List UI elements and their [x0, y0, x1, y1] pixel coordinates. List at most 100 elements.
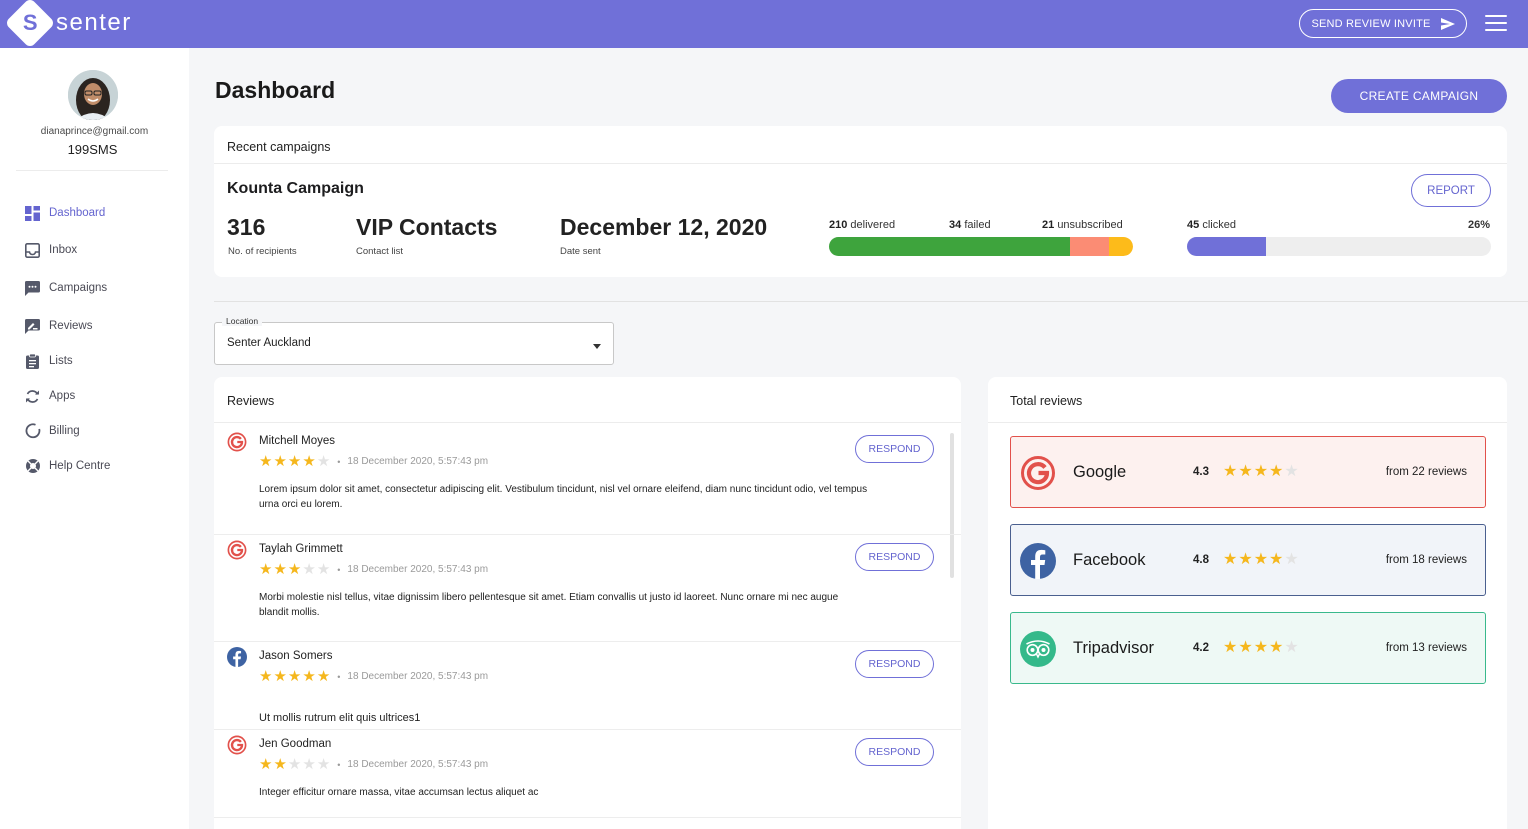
logo-text: senter	[56, 9, 132, 36]
respond-button[interactable]: RESPOND	[855, 543, 934, 571]
logo-letter: S	[22, 10, 38, 35]
send-review-invite-label: SEND REVIEW INVITE	[1311, 17, 1431, 30]
star-icon: ★	[1253, 639, 1269, 656]
google-icon	[227, 735, 247, 755]
facebook-icon	[227, 647, 247, 667]
review-date: 18 December 2020, 5:57:43 pm	[347, 456, 489, 467]
delivered-stat: 210 delivered	[829, 219, 896, 231]
top-bar: S senter SEND REVIEW INVITE	[0, 0, 1528, 49]
respond-button[interactable]: RESPOND	[855, 738, 934, 766]
star-icon: ★	[302, 756, 316, 773]
card-divider	[214, 163, 1507, 164]
platform-stars: ★ ★ ★ ★ ★	[1223, 639, 1299, 656]
contact-list-label: Contact list	[356, 246, 403, 257]
sidebar-item-label: Billing	[49, 425, 80, 437]
recent-campaigns-header: Recent campaigns	[227, 140, 331, 154]
location-label: Location	[222, 316, 263, 326]
sidebar-item-label: Apps	[49, 390, 76, 402]
logo[interactable]: S senter	[4, 0, 132, 49]
sidebar-item-dashboard[interactable]: Dashboard	[24, 203, 174, 223]
review-date: 18 December 2020, 5:57:43 pm	[347, 564, 489, 575]
campaign-name: Kounta Campaign	[227, 180, 364, 197]
star-icon: ★	[259, 453, 273, 470]
report-button[interactable]: REPORT	[1411, 174, 1491, 207]
review-item: Jen Goodman ★ ★ ★ ★ ★ • 18 December 2020, 5:…	[214, 735, 961, 823]
review-meta: ★ ★ ★ ★ ★ • 18 December 2020, 5:57:43 pm	[259, 562, 488, 577]
date-sent-label: Date sent	[560, 246, 601, 257]
review-text: Lorem ipsum dolor sit amet, consectetur …	[259, 484, 868, 510]
user-plan: 199SMS	[67, 142, 118, 157]
platform-rating: 4.2	[1193, 642, 1209, 654]
contact-list-value: VIP Contacts	[356, 214, 498, 240]
platform-name: Tripadvisor	[1073, 639, 1154, 657]
sidebar: dianaprince@gmail.com 199SMS Dashboard I…	[0, 48, 189, 829]
platform-tripadvisor[interactable]: Tripadvisor 4.2 ★ ★ ★ ★ ★ from 13 reviews	[1010, 612, 1486, 684]
sidebar-item-lists[interactable]: Lists	[24, 351, 174, 371]
sync-icon	[24, 388, 41, 405]
star-icon: ★	[1284, 463, 1299, 480]
respond-button[interactable]: RESPOND	[855, 650, 934, 678]
star-rating: ★ ★ ★ ★ ★	[259, 669, 330, 684]
location-select[interactable]: Senter Auckland	[214, 322, 614, 365]
sidebar-item-label: Reviews	[49, 320, 93, 332]
separator-dot: •	[337, 564, 341, 575]
create-campaign-button[interactable]: CREATE CAMPAIGN	[1331, 79, 1507, 113]
sidebar-item-inbox[interactable]: Inbox	[24, 240, 174, 260]
star-icon: ★	[287, 453, 302, 470]
star-icon: ★	[287, 668, 302, 685]
review-item: Jason Somers ★ ★ ★ ★ ★ • 18 December 2020, 5…	[214, 647, 961, 735]
delivered-segment	[829, 237, 1070, 256]
platform-rating: 4.8	[1193, 554, 1209, 566]
star-icon: ★	[287, 561, 302, 578]
reviewer-name: Jason Somers	[259, 650, 333, 662]
platform-review-count: from 22 reviews	[1385, 466, 1467, 478]
star-icon: ★	[316, 561, 331, 578]
reviews-card: Reviews Mitchell Moyes ★ ★ ★ ★ ★ • 18 Decemb…	[214, 377, 961, 829]
star-icon: ★	[302, 453, 316, 470]
star-icon: ★	[273, 453, 287, 470]
star-icon: ★	[1253, 551, 1269, 568]
star-icon: ★	[1223, 463, 1238, 480]
sidebar-item-campaigns[interactable]: Campaigns	[24, 278, 174, 298]
platform-stars: ★ ★ ★ ★ ★	[1223, 551, 1299, 568]
review-divider	[214, 729, 961, 730]
star-icon: ★	[302, 561, 316, 578]
avatar[interactable]	[68, 70, 118, 120]
sidebar-item-help-centre[interactable]: Help Centre	[24, 456, 174, 476]
sidebar-item-billing[interactable]: Billing	[24, 421, 174, 441]
star-icon: ★	[302, 668, 316, 685]
sidebar-item-label: Lists	[49, 355, 73, 367]
star-rating: ★ ★ ★ ★ ★	[259, 454, 330, 469]
recipients-label: No. of recipients	[228, 246, 297, 257]
reviews-header: Reviews	[227, 394, 275, 408]
star-icon: ★	[259, 668, 273, 685]
google-icon	[227, 432, 247, 452]
sidebar-item-apps[interactable]: Apps	[24, 386, 174, 406]
review-meta: ★ ★ ★ ★ ★ • 18 December 2020, 5:57:43 pm	[259, 757, 488, 772]
sidebar-item-label: Help Centre	[49, 460, 111, 472]
clicked-percent: 26%	[1468, 219, 1491, 231]
star-icon: ★	[316, 668, 331, 685]
star-icon: ★	[316, 756, 331, 773]
inbox-icon	[24, 242, 41, 259]
respond-button[interactable]: RESPOND	[855, 435, 934, 463]
sidebar-item-reviews[interactable]: Reviews	[24, 316, 174, 336]
platform-rating: 4.3	[1193, 466, 1209, 478]
platform-facebook[interactable]: Facebook 4.8 ★ ★ ★ ★ ★ from 18 reviews	[1010, 524, 1486, 596]
date-sent-value: December 12, 2020	[560, 214, 768, 240]
review-meta: ★ ★ ★ ★ ★ • 18 December 2020, 5:57:43 pm	[259, 669, 488, 684]
card-divider	[988, 422, 1507, 423]
circle-icon	[24, 423, 41, 440]
sidebar-item-label: Dashboard	[49, 207, 106, 219]
menu-icon[interactable]	[1485, 15, 1507, 31]
clicked-stat: 45 clicked	[1187, 219, 1236, 231]
send-review-invite-button[interactable]: SEND REVIEW INVITE	[1299, 9, 1467, 38]
delivery-progress-bar	[829, 237, 1133, 256]
chat-icon	[24, 280, 41, 297]
google-icon	[1020, 455, 1056, 491]
star-rating: ★ ★ ★ ★ ★	[1223, 639, 1299, 656]
star-icon: ★	[259, 561, 273, 578]
rate-review-icon	[24, 318, 41, 335]
review-item: Mitchell Moyes ★ ★ ★ ★ ★ • 18 December 2020,…	[214, 432, 961, 540]
platform-google[interactable]: Google 4.3 ★ ★ ★ ★ ★ from 22 reviews	[1010, 436, 1486, 508]
